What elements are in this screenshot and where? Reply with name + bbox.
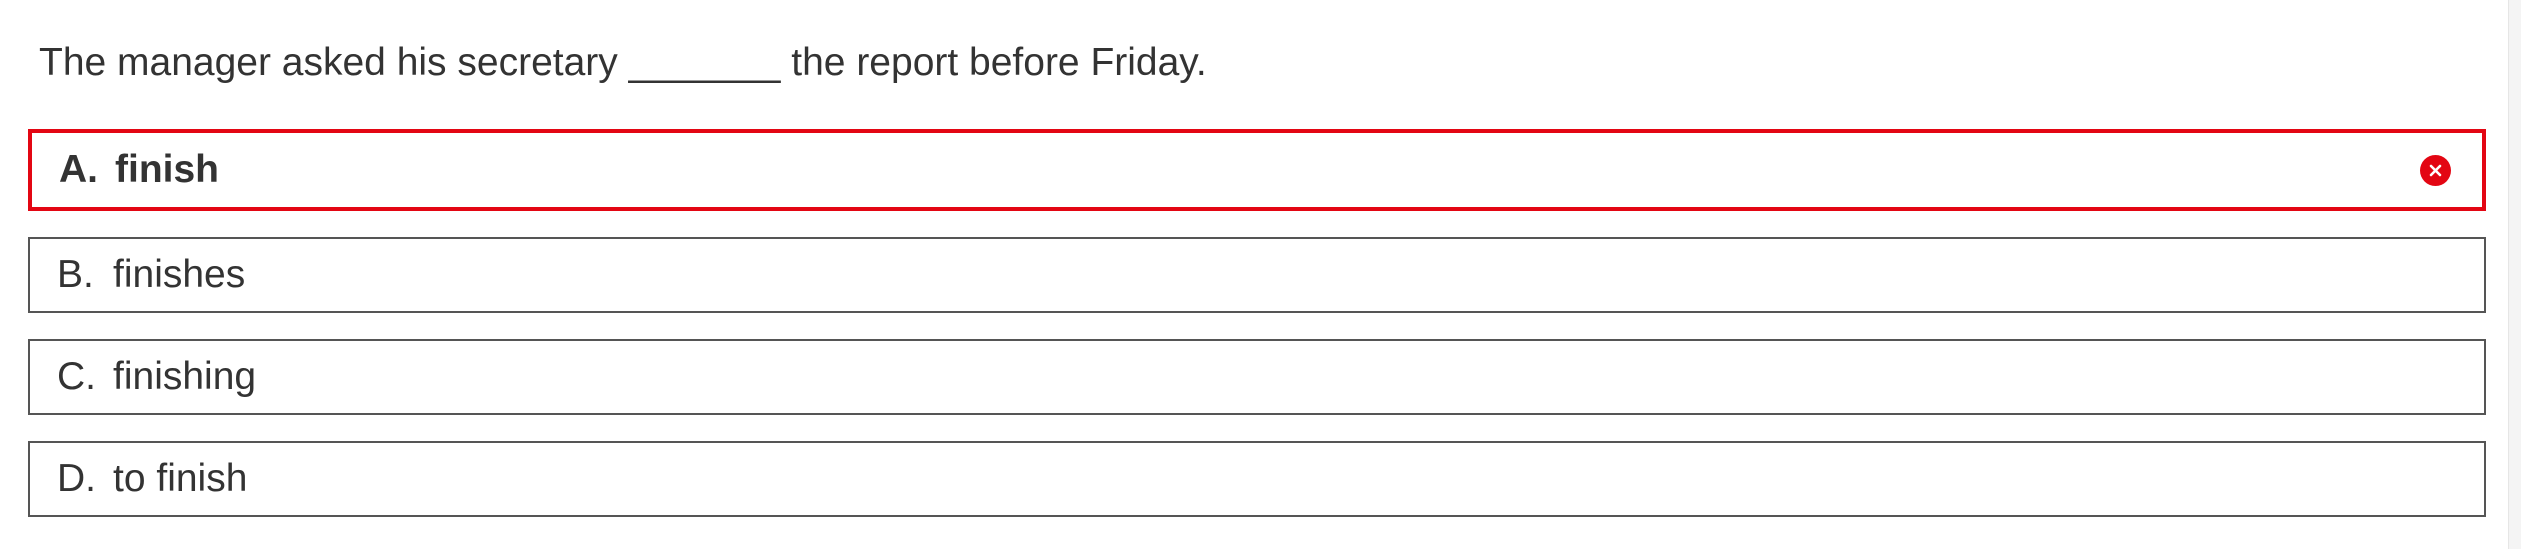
option-d[interactable]: D. to finish [28, 441, 2486, 517]
answer-options: A. finish B. finishes C. finishing D. to… [28, 129, 2486, 543]
option-label: finishes [113, 253, 246, 296]
option-letter: A. [59, 148, 98, 191]
option-letter: D. [57, 457, 96, 500]
quiz-question-card: The manager asked his secretary _______ … [0, 0, 2508, 549]
option-b[interactable]: B. finishes [28, 237, 2486, 313]
close-circle-icon [2420, 154, 2451, 186]
option-a[interactable]: A. finish [28, 129, 2486, 211]
option-label: finish [115, 148, 219, 191]
question-text: The manager asked his secretary _______ … [39, 41, 1207, 84]
option-c[interactable]: C. finishing [28, 339, 2486, 415]
page-edge [2508, 0, 2521, 549]
option-label: to finish [113, 457, 248, 500]
option-letter: C. [57, 355, 96, 398]
option-label: finishing [113, 355, 257, 398]
option-letter: B. [57, 253, 94, 296]
